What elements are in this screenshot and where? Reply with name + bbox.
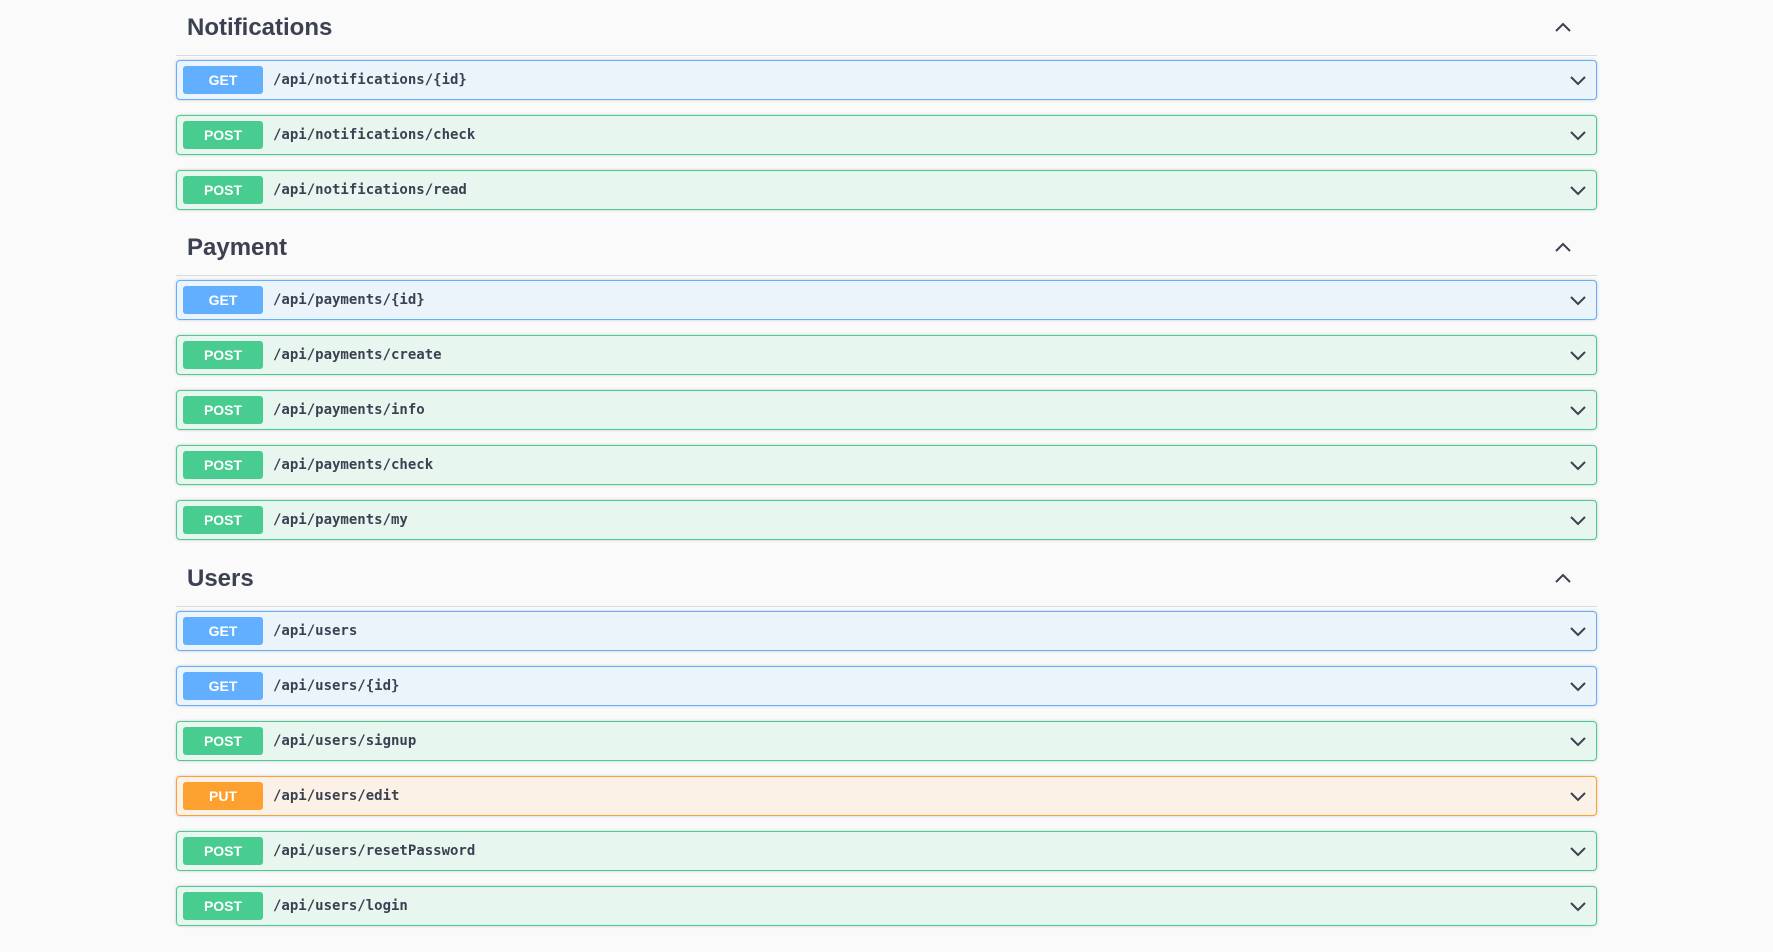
operations-list: GET /api/users GET /api/users/{id} POST … <box>176 611 1597 926</box>
operation-path: /api/users/edit <box>273 788 400 804</box>
chevron-down-icon[interactable] <box>1568 786 1588 806</box>
operation-path: /api/payments/create <box>273 347 442 363</box>
method-badge: POST <box>183 396 263 424</box>
section-header[interactable]: Users <box>176 551 1597 607</box>
method-badge: GET <box>183 286 263 314</box>
operation-row[interactable]: GET /api/users <box>176 611 1597 651</box>
chevron-down-icon[interactable] <box>1568 345 1588 365</box>
method-badge: POST <box>183 341 263 369</box>
chevron-down-icon[interactable] <box>1568 455 1588 475</box>
operation-path: /api/users/resetPassword <box>273 843 476 859</box>
chevron-down-icon[interactable] <box>1568 621 1588 641</box>
operation-path: /api/notifications/check <box>273 127 476 143</box>
chevron-down-icon[interactable] <box>1568 400 1588 420</box>
chevron-down-icon[interactable] <box>1568 731 1588 751</box>
operation-path: /api/payments/check <box>273 457 434 473</box>
method-badge: POST <box>183 176 263 204</box>
operation-row[interactable]: POST /api/payments/check <box>176 445 1597 485</box>
operation-path: /api/payments/my <box>273 512 408 528</box>
operation-row[interactable]: GET /api/users/{id} <box>176 666 1597 706</box>
operation-row[interactable]: POST /api/payments/create <box>176 335 1597 375</box>
operation-row[interactable]: GET /api/payments/{id} <box>176 280 1597 320</box>
section-title: Users <box>187 565 254 592</box>
chevron-down-icon[interactable] <box>1568 70 1588 90</box>
method-badge: POST <box>183 451 263 479</box>
section-users: Users GET /api/users GET /api/users/{id}… <box>176 551 1597 926</box>
operation-path: /api/users <box>273 623 358 639</box>
operation-row[interactable]: GET /api/notifications/{id} <box>176 60 1597 100</box>
operation-row[interactable]: POST /api/notifications/check <box>176 115 1597 155</box>
operation-row[interactable]: POST /api/users/signup <box>176 721 1597 761</box>
operation-path: /api/payments/info <box>273 402 425 418</box>
method-badge: POST <box>183 121 263 149</box>
method-badge: GET <box>183 66 263 94</box>
operations-list: GET /api/payments/{id} POST /api/payment… <box>176 280 1597 540</box>
operation-path: /api/notifications/{id} <box>273 72 467 88</box>
section-header[interactable]: Payment <box>176 220 1597 276</box>
chevron-down-icon[interactable] <box>1568 676 1588 696</box>
chevron-down-icon[interactable] <box>1568 290 1588 310</box>
api-docs-page: Notifications GET /api/notifications/{id… <box>0 0 1773 952</box>
operation-path: /api/payments/{id} <box>273 292 425 308</box>
operation-path: /api/users/login <box>273 898 408 914</box>
method-badge: POST <box>183 506 263 534</box>
method-badge: PUT <box>183 782 263 810</box>
operation-row[interactable]: POST /api/payments/info <box>176 390 1597 430</box>
section-title: Notifications <box>187 14 333 41</box>
chevron-down-icon[interactable] <box>1568 510 1588 530</box>
operation-row[interactable]: POST /api/users/login <box>176 886 1597 926</box>
chevron-up-icon[interactable] <box>1551 236 1575 260</box>
operation-row[interactable]: POST /api/users/resetPassword <box>176 831 1597 871</box>
method-badge: POST <box>183 892 263 920</box>
operation-row[interactable]: POST /api/payments/my <box>176 500 1597 540</box>
chevron-down-icon[interactable] <box>1568 896 1588 916</box>
operation-path: /api/users/signup <box>273 733 417 749</box>
operations-list: GET /api/notifications/{id} POST /api/no… <box>176 60 1597 210</box>
section-header[interactable]: Notifications <box>176 0 1597 56</box>
method-badge: POST <box>183 837 263 865</box>
operation-path: /api/notifications/read <box>273 182 467 198</box>
section-title: Payment <box>187 234 288 261</box>
section-payment: Payment GET /api/payments/{id} POST /api… <box>176 220 1597 540</box>
method-badge: POST <box>183 727 263 755</box>
operation-row[interactable]: PUT /api/users/edit <box>176 776 1597 816</box>
chevron-down-icon[interactable] <box>1568 180 1588 200</box>
operation-path: /api/users/{id} <box>273 678 400 694</box>
method-badge: GET <box>183 672 263 700</box>
operation-row[interactable]: POST /api/notifications/read <box>176 170 1597 210</box>
chevron-up-icon[interactable] <box>1551 567 1575 591</box>
chevron-up-icon[interactable] <box>1551 16 1575 40</box>
method-badge: GET <box>183 617 263 645</box>
section-notifications: Notifications GET /api/notifications/{id… <box>176 0 1597 210</box>
chevron-down-icon[interactable] <box>1568 841 1588 861</box>
chevron-down-icon[interactable] <box>1568 125 1588 145</box>
